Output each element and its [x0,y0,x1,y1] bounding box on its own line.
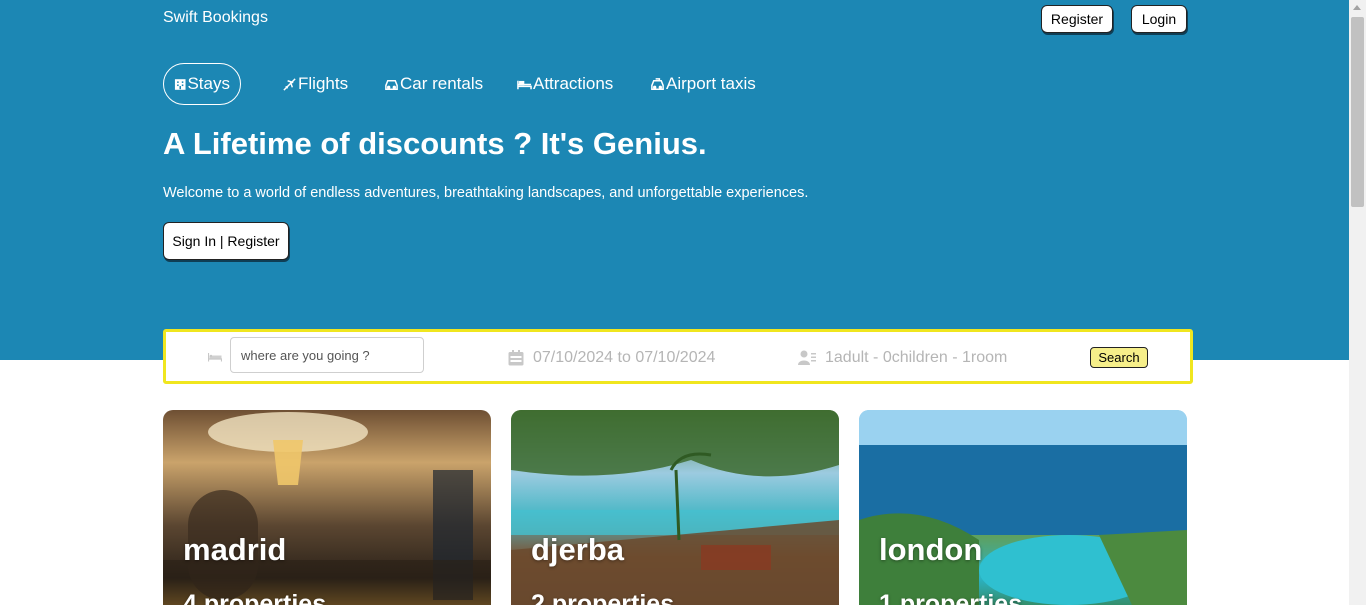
card-city: london [879,532,983,567]
nav-item-car-rentals[interactable]: Car rentals [384,63,483,105]
card-properties: 2 properties [531,590,675,605]
person-icon [798,350,816,365]
card-city: madrid [183,532,287,567]
calendar-icon [508,350,524,366]
date-range-picker[interactable]: 07/10/2024 to 07/10/2024 [533,349,715,367]
building-icon [174,78,186,90]
nav-item-airport-taxis[interactable]: Airport taxis [650,63,756,105]
page-scrollbar[interactable] [1349,0,1366,605]
brand-logo[interactable]: Swift Bookings [163,9,268,27]
guests-selector[interactable]: 1adult - 0children - 1room [825,349,1007,367]
card-properties: 4 properties [183,590,327,605]
nav-item-stays[interactable]: Stays [163,63,241,105]
hotel-lobby-image [163,412,491,605]
nav-label: Car rentals [400,74,484,93]
scroll-up-icon[interactable] [1353,5,1361,10]
destination-card-djerba[interactable]: djerba 2 properties [511,410,839,605]
destination-card-london[interactable]: london 1 properties [859,410,1187,605]
card-city: djerba [531,532,625,567]
nav-label: Airport taxis [666,74,756,93]
search-bar: 07/10/2024 to 07/10/2024 1adult - 0child… [163,329,1193,384]
nav-item-attractions[interactable]: Attractions [517,63,613,105]
scroll-thumb[interactable] [1351,17,1364,207]
destination-card-madrid[interactable]: madrid 4 properties [163,410,491,605]
nav-label: Attractions [533,74,614,93]
hero-subtext: Welcome to a world of endless adventures… [163,185,809,201]
plane-icon [283,77,296,91]
signin-register-button[interactable]: Sign In | Register [163,222,289,260]
hero-headline: A Lifetime of discounts ? It's Genius. [163,126,707,161]
login-button[interactable]: Login [1131,5,1187,33]
bed-icon [517,80,532,89]
taxi-icon [651,77,664,90]
beach-resort-image [511,410,839,605]
nav-label: Flights [298,74,349,93]
search-button[interactable]: Search [1090,347,1148,368]
card-properties: 1 properties [879,590,1023,605]
register-button[interactable]: Register [1041,5,1113,33]
bed-icon [208,353,222,362]
hero-banner: Swift Bookings Register Login Stays Flig… [0,0,1349,360]
car-icon [385,79,398,90]
nav-label: Stays [187,74,230,93]
nav-item-flights[interactable]: Flights [282,63,348,105]
coastal-pool-image [859,410,1187,605]
destination-input[interactable] [230,337,424,373]
